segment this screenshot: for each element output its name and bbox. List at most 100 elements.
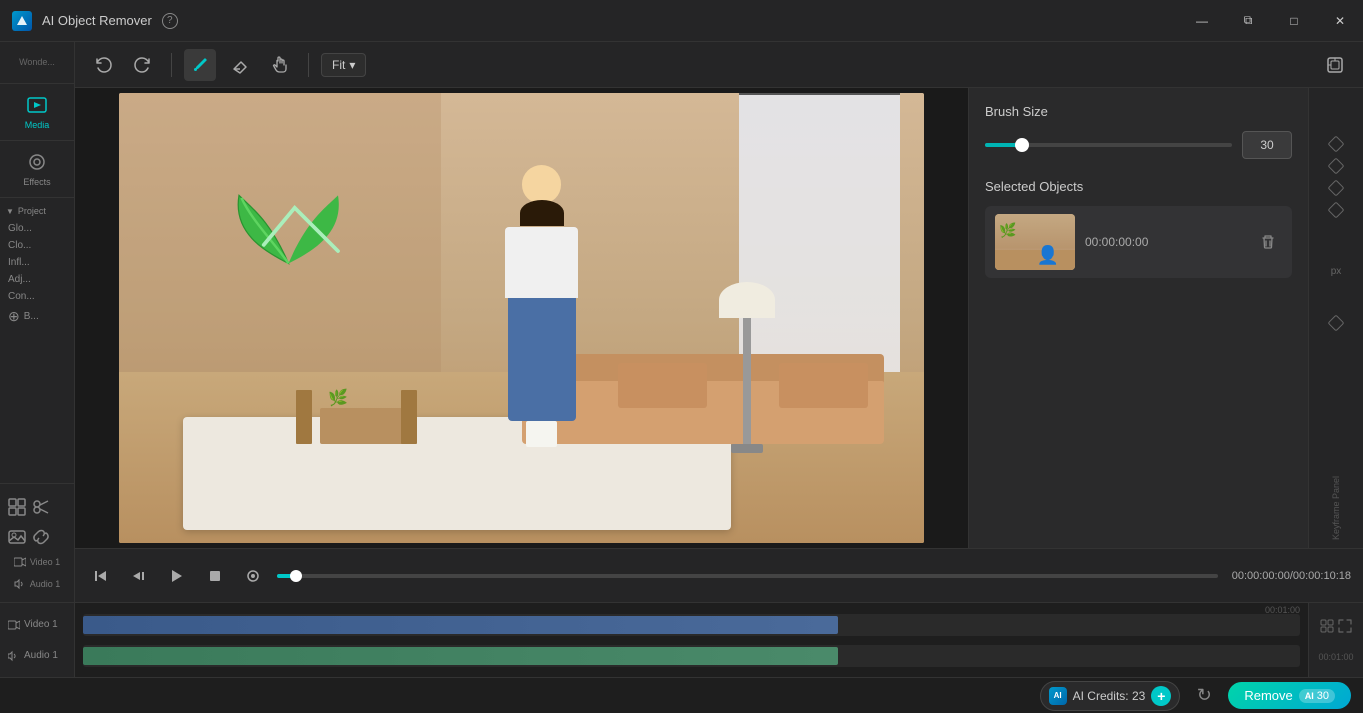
expand-icon [1338,619,1352,633]
play-icon [169,568,185,584]
fit-dropdown-chevron: ▾ [349,58,355,72]
project-section-header: ▼ Project [0,202,74,220]
audio-track-icon [8,650,20,662]
bottom-nav-icons [0,492,74,522]
eraser-icon [231,56,249,74]
eraser-tool-button[interactable] [224,49,256,81]
diamond-icon-2 [1328,158,1345,175]
brush-size-label: Brush Size [985,104,1292,119]
help-icon[interactable]: ? [162,13,178,29]
grid-view-icon [1320,619,1334,633]
audio-icon-small [14,578,26,590]
time-display: 00:00:00:00/00:00:10:18 [1232,570,1351,582]
undo-icon [94,56,112,74]
object-thumbnail-1: 🌿 👤 [995,214,1075,270]
object-timecode-1: 00:00:00:00 [1085,235,1244,249]
stop-button[interactable] [201,562,229,590]
link-icon [32,528,50,546]
frame-back-icon [131,568,147,584]
undo-button[interactable] [87,49,119,81]
timeline-thumb[interactable] [290,570,302,582]
far-right-strip: px Keyframe Panel [1308,88,1363,548]
slider-thumb[interactable] [1015,138,1029,152]
timeline-label-col: Video 1 Audio 1 [0,603,75,677]
play-button[interactable] [163,562,191,590]
audio-track-label: Audio 1 [8,574,67,594]
project-item-glo[interactable]: Glo... [0,220,74,237]
ai-credits-badge: AI AI Credits: 23 + [1040,681,1181,711]
loop-icon [245,568,261,584]
audio-clip [83,647,838,665]
diamond-icon-5 [1328,315,1345,332]
window-title: AI Object Remover [42,13,152,28]
selected-objects-label: Selected Objects [985,179,1292,194]
brush-size-value[interactable]: 30 [1242,131,1292,159]
selected-objects-section: Selected Objects 🌿 👤 [985,179,1292,278]
export-button[interactable] [1319,49,1351,81]
playback-timeline[interactable] [277,574,1218,578]
brush-size-slider[interactable] [985,143,1232,147]
wonder-logo: Wonde... [19,57,55,68]
skip-to-start-button[interactable] [87,562,115,590]
add-credits-button[interactable]: + [1151,686,1171,706]
trash-icon [1260,234,1276,250]
project-item-b[interactable]: ⊕B... [0,305,74,328]
brush-icon [191,56,209,74]
sofa-cushion-right [779,363,868,408]
window-top [739,93,900,95]
video-track[interactable] [83,614,1300,636]
stop-icon [207,568,223,584]
plant-logo-overlay [208,183,369,282]
maximize-button[interactable]: ⧉ [1225,0,1271,42]
video-track-label: Video 1 [8,552,66,572]
project-item-con[interactable]: Con... [0,288,74,305]
timeline-stamp: 00:01:00 [1318,652,1353,662]
timeline-strip: Video 1 Audio 1 00:01:00 [0,602,1363,677]
toolbar-divider-1 [171,53,172,77]
hand-tool-button[interactable] [264,49,296,81]
right-panel: Brush Size 30 Selected Objec [968,88,1308,548]
brush-tool-button[interactable] [184,49,216,81]
refresh-button[interactable]: ↻ [1190,682,1218,710]
effects-nav-item[interactable]: Effects [0,141,74,197]
table-plant: 🌿 [328,388,348,408]
video-track-icon [8,619,20,631]
project-item-infl[interactable]: Infl... [0,254,74,271]
table-leg-left [296,390,312,444]
fit-label: Fit [332,58,345,72]
close-button[interactable]: ✕ [1317,0,1363,42]
bottom-status-bar: AI AI Credits: 23 + ↻ Remove AI 30 [0,677,1363,713]
timeline-right-controls: 00:01:00 [1308,603,1363,677]
title-bar: AI Object Remover ? — ⧉ □ ✕ [0,0,1363,42]
lamp-shade [719,282,775,318]
media-nav-item[interactable]: Media [0,84,74,141]
timeline-tracks-area[interactable]: 00:01:00 [75,603,1308,677]
scissors-icon [32,498,50,516]
image-icon [8,528,26,546]
project-item-adj[interactable]: Adj... [0,271,74,288]
restore-button[interactable]: □ [1271,0,1317,42]
keyframe-panel-label: Keyframe Panel [1331,466,1341,540]
bottom-nav-icons2 [0,524,74,550]
video-canvas[interactable]: 🌿 [75,88,968,548]
redo-button[interactable] [127,49,159,81]
remove-button[interactable]: Remove AI 30 [1228,682,1351,709]
object-delete-button-1[interactable] [1254,228,1282,256]
lamp-pole [743,309,751,444]
effects-icon [26,151,48,173]
timeline-video-label: Video 1 [8,619,66,631]
media-label: Media [25,120,50,130]
frame-back-button[interactable] [125,562,153,590]
project-item-clo[interactable]: Clo... [0,237,74,254]
fit-dropdown[interactable]: Fit ▾ [321,53,366,77]
video-icon-small [14,556,26,568]
audio-track[interactable] [83,645,1300,667]
redo-icon [134,56,152,74]
loop-button[interactable] [239,562,267,590]
px-label: px [1331,266,1342,277]
diamond-icon-4 [1328,202,1345,219]
diamond-icon-1 [1328,136,1345,153]
minimize-button[interactable]: — [1179,0,1225,42]
credits-text: AI Credits: 23 [1073,689,1146,703]
editor-toolbar: Fit ▾ [75,42,1363,88]
